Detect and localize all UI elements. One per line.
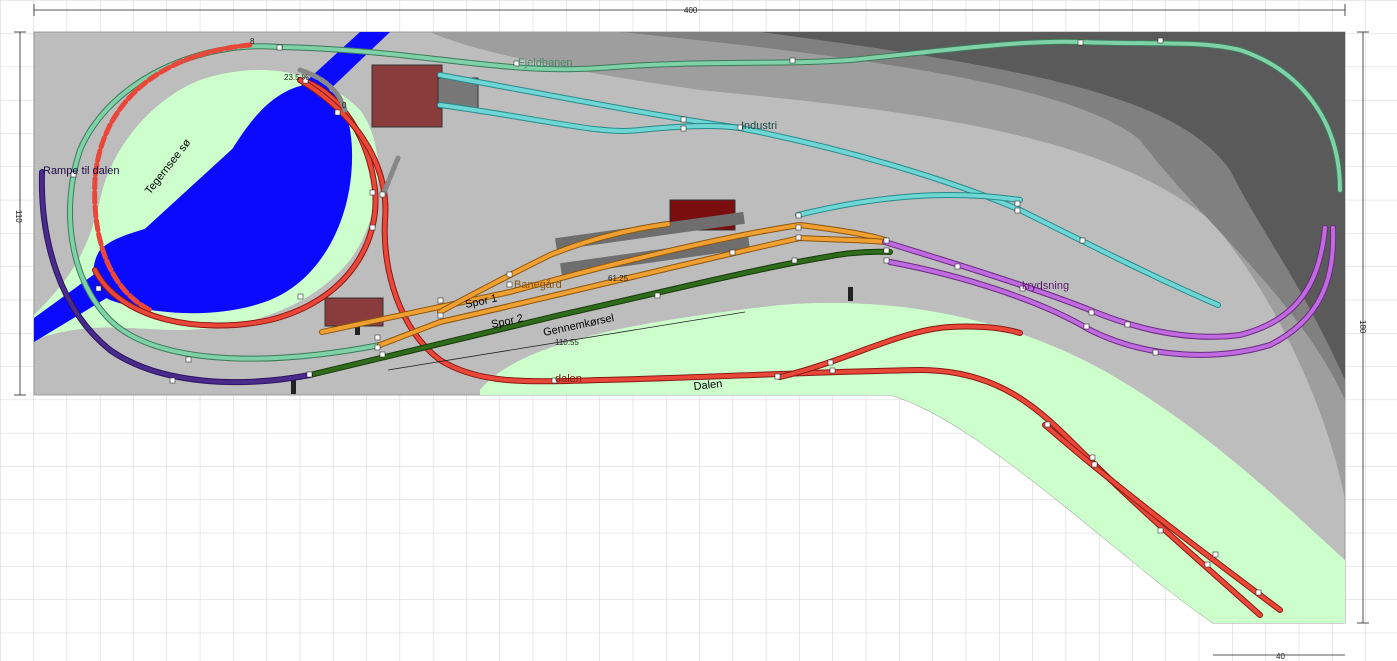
signal bbox=[291, 380, 296, 394]
dim-top-width: 400 bbox=[684, 6, 698, 15]
label-rampe: Rampe til dalen bbox=[43, 165, 119, 177]
label-banegard: Banegård bbox=[514, 279, 562, 291]
label-len-8: 8 bbox=[250, 37, 255, 46]
label-dalen-small: dalen bbox=[555, 373, 582, 385]
building-large bbox=[371, 64, 443, 128]
signal bbox=[848, 287, 853, 301]
label-fjeldbanen: Fjeldbanen bbox=[518, 57, 572, 69]
dim-left-height: 110 bbox=[14, 210, 23, 223]
track-plan-canvas: 400 110 180 40 Fjeldbanen Industri Teger… bbox=[0, 0, 1397, 661]
label-len-0: 0 bbox=[342, 101, 347, 110]
label-grade: 23.5 % bbox=[284, 73, 309, 82]
dim-right-height: 180 bbox=[1358, 320, 1367, 334]
dim-bottom-right: 40 bbox=[1276, 652, 1285, 661]
label-industri: Industri bbox=[741, 120, 777, 132]
label-len-11055: 110.55 bbox=[555, 338, 579, 347]
label-len-6125: 61.25 bbox=[608, 274, 629, 283]
label-krydsning: krydsning bbox=[1022, 280, 1069, 292]
